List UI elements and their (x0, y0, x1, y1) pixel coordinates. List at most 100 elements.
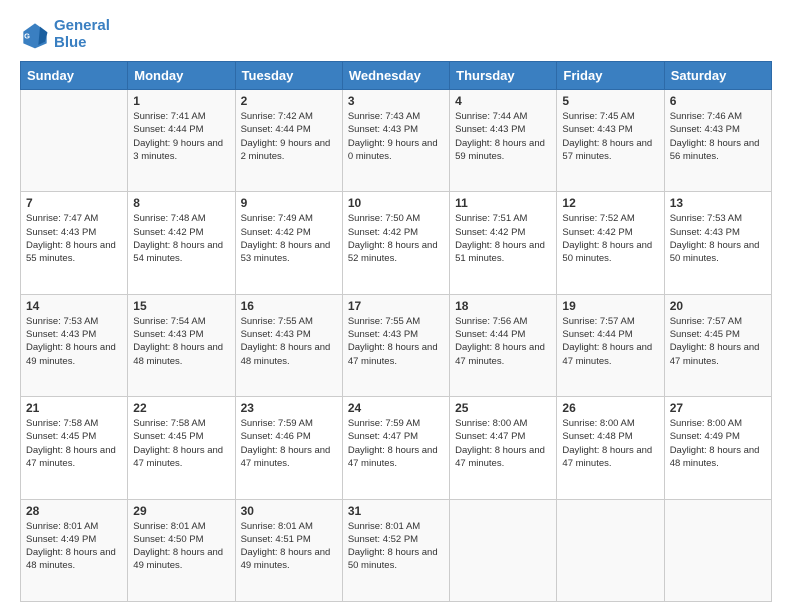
day-cell-20: 20Sunrise: 7:57 AMSunset: 4:45 PMDayligh… (664, 294, 771, 396)
weekday-thursday: Thursday (450, 62, 557, 90)
day-detail: Sunrise: 7:49 AMSunset: 4:42 PMDaylight:… (241, 212, 337, 265)
day-number: 4 (455, 94, 551, 108)
weekday-sunday: Sunday (21, 62, 128, 90)
day-cell-13: 13 Sunrise: 7:53 AMSunset: 4:43 PMDayligh… (664, 192, 771, 294)
day-number: 30 (241, 504, 337, 518)
day-detail: Sunrise: 7:45 AMSunset: 4:43 PMDaylight:… (562, 110, 658, 163)
day-number: 19 (562, 299, 658, 313)
weekday-friday: Friday (557, 62, 664, 90)
day-number: 31 (348, 504, 444, 518)
day-number: 13 (670, 196, 766, 210)
day-cell-25: 25Sunrise: 8:00 AMSunset: 4:47 PMDayligh… (450, 397, 557, 499)
day-cell-empty (21, 90, 128, 192)
weekday-wednesday: Wednesday (342, 62, 449, 90)
day-number: 15 (133, 299, 229, 313)
day-detail: Sunrise: 7:47 AMSunset: 4:43 PMDaylight:… (26, 212, 122, 265)
weekday-monday: Monday (128, 62, 235, 90)
day-number: 11 (455, 196, 551, 210)
day-detail: Sunrise: 8:01 AMSunset: 4:50 PMDaylight:… (133, 520, 229, 573)
day-cell-28: 28 Sunrise: 8:01 AMSunset: 4:49 PMDayligh… (21, 499, 128, 601)
logo-icon: G (20, 20, 50, 50)
day-detail: Sunrise: 7:51 AMSunset: 4:42 PMDaylight:… (455, 212, 551, 265)
week-row-0: 1 Sunrise: 7:41 AMSunset: 4:44 PMDaylight… (21, 90, 772, 192)
day-detail: Sunrise: 7:53 AMSunset: 4:43 PMDaylight:… (670, 212, 766, 265)
day-cell-4: 4Sunrise: 7:44 AMSunset: 4:43 PMDaylight… (450, 90, 557, 192)
day-cell-5: 5 Sunrise: 7:45 AMSunset: 4:43 PMDaylight… (557, 90, 664, 192)
day-number: 23 (241, 401, 337, 415)
day-cell-14: 14 Sunrise: 7:53 AMSunset: 4:43 PMDayligh… (21, 294, 128, 396)
day-detail: Sunrise: 8:00 AMSunset: 4:47 PMDaylight:… (455, 417, 551, 470)
day-cell-15: 15 Sunrise: 7:54 AMSunset: 4:43 PMDayligh… (128, 294, 235, 396)
day-number: 6 (670, 94, 766, 108)
day-cell-empty (450, 499, 557, 601)
day-cell-30: 30 Sunrise: 8:01 AMSunset: 4:51 PMDayligh… (235, 499, 342, 601)
day-number: 22 (133, 401, 229, 415)
day-number: 29 (133, 504, 229, 518)
day-cell-31: 31 Sunrise: 8:01 AMSunset: 4:52 PMDayligh… (342, 499, 449, 601)
day-detail: Sunrise: 7:42 AMSunset: 4:44 PMDaylight:… (241, 110, 337, 163)
day-cell-9: 9 Sunrise: 7:49 AMSunset: 4:42 PMDaylight… (235, 192, 342, 294)
day-cell-7: 7 Sunrise: 7:47 AMSunset: 4:43 PMDaylight… (21, 192, 128, 294)
day-detail: Sunrise: 7:58 AMSunset: 4:45 PMDaylight:… (133, 417, 229, 470)
day-number: 5 (562, 94, 658, 108)
calendar-header: SundayMondayTuesdayWednesdayThursdayFrid… (21, 62, 772, 90)
day-detail: Sunrise: 7:52 AMSunset: 4:42 PMDaylight:… (562, 212, 658, 265)
day-detail: Sunrise: 7:59 AMSunset: 4:46 PMDaylight:… (241, 417, 337, 470)
logo-text: General Blue (54, 18, 110, 51)
weekday-row: SundayMondayTuesdayWednesdayThursdayFrid… (21, 62, 772, 90)
day-cell-17: 17Sunrise: 7:55 AMSunset: 4:43 PMDayligh… (342, 294, 449, 396)
week-row-4: 28 Sunrise: 8:01 AMSunset: 4:49 PMDayligh… (21, 499, 772, 601)
day-number: 10 (348, 196, 444, 210)
week-row-2: 14 Sunrise: 7:53 AMSunset: 4:43 PMDayligh… (21, 294, 772, 396)
weekday-tuesday: Tuesday (235, 62, 342, 90)
day-cell-24: 24 Sunrise: 7:59 AMSunset: 4:47 PMDayligh… (342, 397, 449, 499)
week-row-1: 7 Sunrise: 7:47 AMSunset: 4:43 PMDaylight… (21, 192, 772, 294)
day-detail: Sunrise: 7:57 AMSunset: 4:44 PMDaylight:… (562, 315, 658, 368)
svg-text:G: G (24, 31, 30, 40)
day-detail: Sunrise: 7:54 AMSunset: 4:43 PMDaylight:… (133, 315, 229, 368)
day-cell-19: 19 Sunrise: 7:57 AMSunset: 4:44 PMDayligh… (557, 294, 664, 396)
day-cell-11: 11 Sunrise: 7:51 AMSunset: 4:42 PMDayligh… (450, 192, 557, 294)
day-detail: Sunrise: 8:01 AMSunset: 4:51 PMDaylight:… (241, 520, 337, 573)
day-detail: Sunrise: 7:53 AMSunset: 4:43 PMDaylight:… (26, 315, 122, 368)
day-cell-21: 21Sunrise: 7:58 AMSunset: 4:45 PMDayligh… (21, 397, 128, 499)
day-number: 17 (348, 299, 444, 313)
day-detail: Sunrise: 7:57 AMSunset: 4:45 PMDaylight:… (670, 315, 766, 368)
day-detail: Sunrise: 8:00 AMSunset: 4:48 PMDaylight:… (562, 417, 658, 470)
day-number: 12 (562, 196, 658, 210)
day-cell-10: 10 Sunrise: 7:50 AMSunset: 4:42 PMDayligh… (342, 192, 449, 294)
day-number: 2 (241, 94, 337, 108)
day-number: 21 (26, 401, 122, 415)
day-cell-26: 26 Sunrise: 8:00 AMSunset: 4:48 PMDayligh… (557, 397, 664, 499)
day-number: 27 (670, 401, 766, 415)
day-number: 28 (26, 504, 122, 518)
day-cell-3: 3 Sunrise: 7:43 AMSunset: 4:43 PMDaylight… (342, 90, 449, 192)
day-detail: Sunrise: 7:43 AMSunset: 4:43 PMDaylight:… (348, 110, 444, 163)
weekday-saturday: Saturday (664, 62, 771, 90)
day-detail: Sunrise: 8:01 AMSunset: 4:52 PMDaylight:… (348, 520, 444, 573)
day-cell-2: 2 Sunrise: 7:42 AMSunset: 4:44 PMDaylight… (235, 90, 342, 192)
header: G General Blue (20, 18, 772, 51)
day-number: 1 (133, 94, 229, 108)
day-cell-empty (557, 499, 664, 601)
day-detail: Sunrise: 7:41 AMSunset: 4:44 PMDaylight:… (133, 110, 229, 163)
calendar-body: 1 Sunrise: 7:41 AMSunset: 4:44 PMDaylight… (21, 90, 772, 602)
day-cell-22: 22 Sunrise: 7:58 AMSunset: 4:45 PMDayligh… (128, 397, 235, 499)
day-cell-16: 16Sunrise: 7:55 AMSunset: 4:43 PMDayligh… (235, 294, 342, 396)
day-detail: Sunrise: 7:59 AMSunset: 4:47 PMDaylight:… (348, 417, 444, 470)
day-number: 7 (26, 196, 122, 210)
day-detail: Sunrise: 7:46 AMSunset: 4:43 PMDaylight:… (670, 110, 766, 163)
page: G General Blue SundayMondayTuesdayWednes… (0, 0, 792, 612)
day-number: 14 (26, 299, 122, 313)
day-detail: Sunrise: 7:48 AMSunset: 4:42 PMDaylight:… (133, 212, 229, 265)
day-number: 9 (241, 196, 337, 210)
week-row-3: 21 Sunrise: 7:58 AMSunset: 4:45 PMDayligh… (21, 397, 772, 499)
day-cell-1: 1 Sunrise: 7:41 AMSunset: 4:44 PMDaylight… (128, 90, 235, 192)
day-detail: Sunrise: 8:01 AMSunset: 4:49 PMDaylight:… (26, 520, 122, 573)
day-number: 24 (348, 401, 444, 415)
day-number: 26 (562, 401, 658, 415)
day-number: 3 (348, 94, 444, 108)
day-cell-29: 29 Sunrise: 8:01 AMSunset: 4:50 PMDayligh… (128, 499, 235, 601)
day-cell-27: 27Sunrise: 8:00 AMSunset: 4:49 PMDayligh… (664, 397, 771, 499)
day-detail: Sunrise: 7:50 AMSunset: 4:42 PMDaylight:… (348, 212, 444, 265)
